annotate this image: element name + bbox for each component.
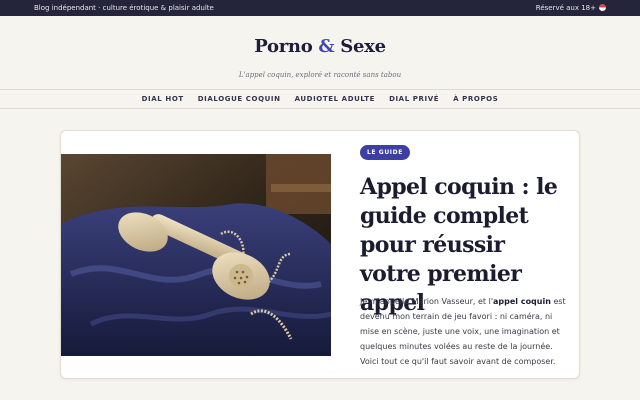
site-tagline: L'appel coquin, exploré et raconté sans …	[238, 71, 402, 79]
excerpt-keyword: appel coquin	[493, 297, 551, 306]
category-badge[interactable]: LE GUIDE	[360, 145, 410, 160]
article-excerpt: Je m'appelle Marion Vasseur, et l'appel …	[360, 294, 570, 369]
article-image[interactable]	[61, 154, 331, 356]
vintage-telephone-image	[61, 154, 331, 356]
site-logo[interactable]: Porno & Sexe	[0, 16, 640, 57]
excerpt-text-start: Je m'appelle Marion Vasseur, et l'	[360, 297, 494, 306]
nav-item-dialogue-coquin[interactable]: DIALOGUE COQUIN	[198, 95, 281, 103]
excerpt-text-end: est devenu mon terrain de jeu favori : n…	[360, 297, 566, 366]
site-title-part2: Sexe	[340, 36, 386, 57]
age-notice-text: Réservé aux 18+	[535, 4, 596, 12]
age-notice: Réservé aux 18+	[536, 4, 606, 12]
main-nav: DIAL HOT DIALOGUE COQUIN AUDIOTEL ADULTE…	[0, 90, 640, 109]
top-bar: Blog indépendant · culture érotique & pl…	[0, 0, 640, 16]
age-flag-icon	[599, 4, 606, 11]
featured-article-card[interactable]: LE GUIDE Appel coquin : le guide complet…	[60, 130, 580, 379]
top-bar-left-text: Blog indépendant · culture érotique & pl…	[34, 4, 214, 12]
nav-item-audiotel-adulte[interactable]: AUDIOTEL ADULTE	[295, 95, 375, 103]
site-title-amp: &	[318, 36, 335, 57]
site-title-part1: Porno	[254, 36, 313, 57]
nav-item-dial-hot[interactable]: DIAL HOT	[142, 95, 184, 103]
nav-item-a-propos[interactable]: À PROPOS	[453, 95, 498, 103]
site-header: Porno & Sexe L'appel coquin, exploré et …	[0, 16, 640, 90]
nav-item-dial-prive[interactable]: DIAL PRIVÉ	[389, 95, 439, 103]
